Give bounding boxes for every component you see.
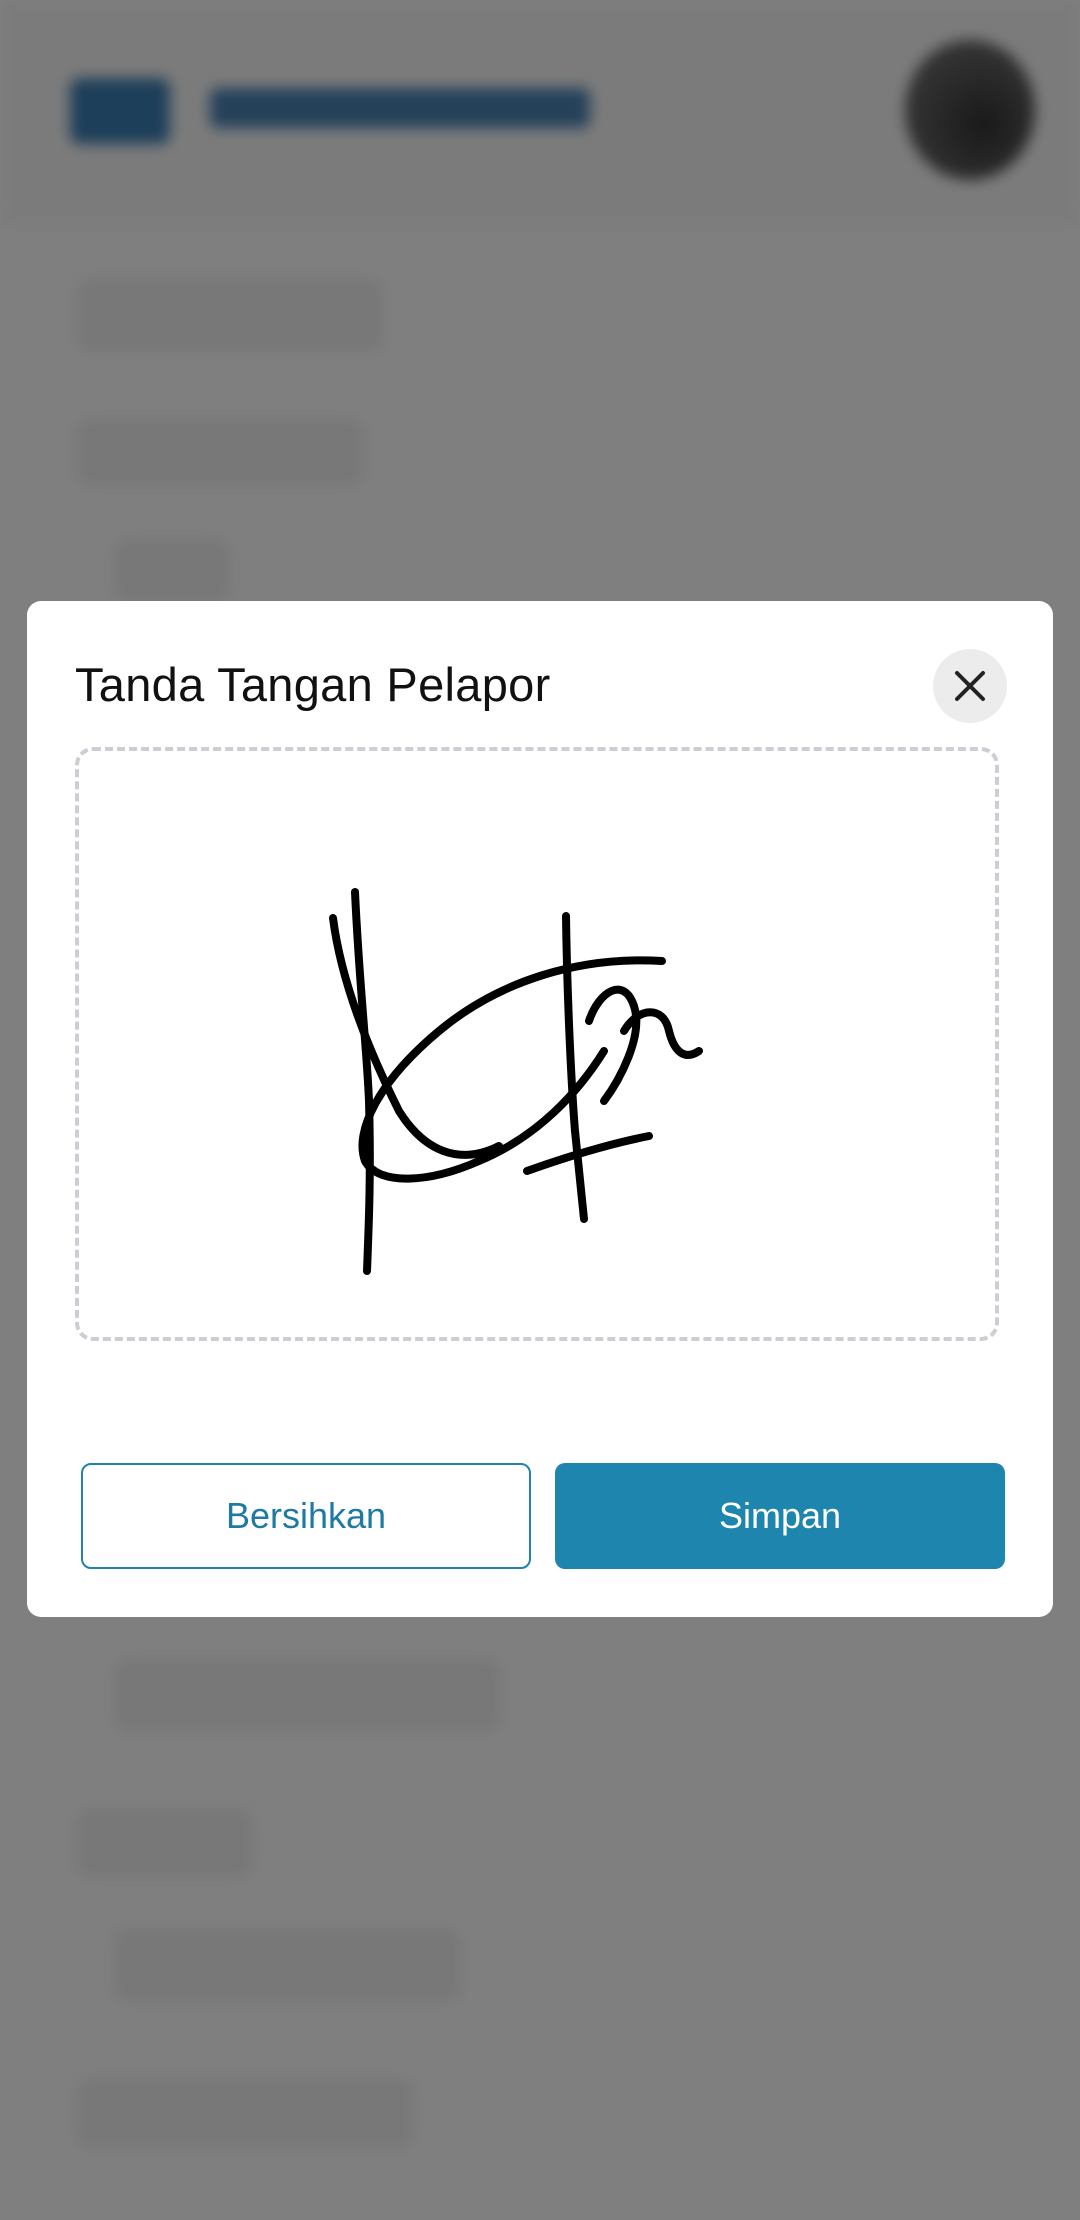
save-button[interactable]: Simpan	[555, 1463, 1005, 1569]
signature-modal: Tanda Tangan Pelapor Bersihkan Simpan	[27, 601, 1053, 1617]
close-icon	[955, 671, 985, 701]
close-button[interactable]	[933, 649, 1007, 723]
signature-drawing	[329, 888, 703, 1275]
modal-title: Tanda Tangan Pelapor	[75, 658, 551, 711]
clear-button[interactable]: Bersihkan	[81, 1463, 531, 1569]
signature-pad[interactable]	[75, 747, 999, 1341]
